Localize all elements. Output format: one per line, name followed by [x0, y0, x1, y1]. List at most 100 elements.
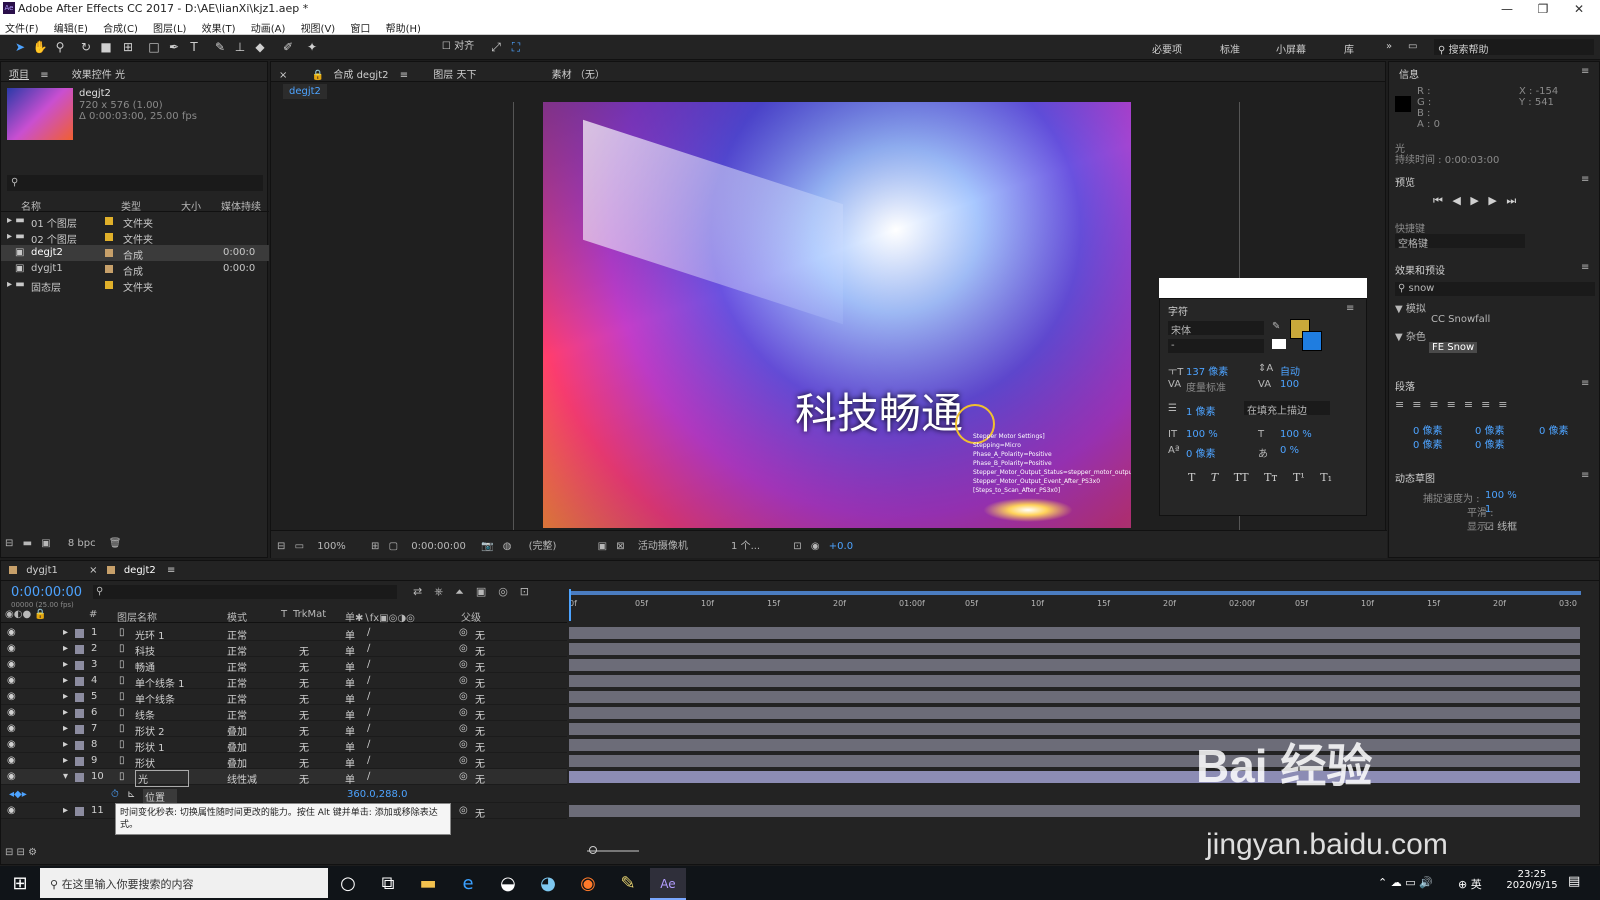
- visibility-icon[interactable]: ◉: [7, 691, 16, 702]
- floating-panel-titlebar[interactable]: [1159, 278, 1367, 298]
- indent-left-value[interactable]: 0 像素: [1413, 422, 1443, 437]
- effect-item[interactable]: CC Snowfall: [1431, 314, 1490, 325]
- layer-row[interactable]: ◉ ▸ 9 ▯ 形状 叠加 无 单 ∕ ◎ 无: [1, 753, 567, 770]
- expand-icon[interactable]: ▸: [63, 675, 68, 686]
- panel-menu-icon[interactable]: ≡: [1581, 174, 1589, 185]
- layer-bar[interactable]: [569, 755, 1580, 767]
- tab-project[interactable]: 项目: [9, 70, 29, 81]
- quality-switch-icon[interactable]: ∕: [367, 659, 370, 670]
- menu-view[interactable]: 视图(V): [296, 18, 343, 35]
- layer-mode[interactable]: 正常: [227, 675, 247, 690]
- next-frame-icon[interactable]: ▶: [1488, 194, 1496, 207]
- layer-mode[interactable]: 正常: [227, 691, 247, 706]
- shy-switch-icon[interactable]: 单: [345, 643, 355, 658]
- menu-file[interactable]: 文件(F): [0, 18, 46, 35]
- notification-icon[interactable]: ▤: [1568, 874, 1580, 889]
- col-parent[interactable]: 父级: [461, 609, 481, 624]
- layer-bar[interactable]: [569, 723, 1580, 735]
- expand-icon[interactable]: ▸: [63, 627, 68, 638]
- workspace-menu-icon[interactable]: ▭: [1408, 41, 1417, 52]
- layer-parent[interactable]: 无: [475, 771, 485, 786]
- play-icon[interactable]: ▶: [1470, 194, 1478, 207]
- menu-edit[interactable]: 编辑(E): [49, 18, 95, 35]
- panel-menu-icon[interactable]: ≡: [1581, 66, 1589, 77]
- layer-parent[interactable]: 无: [475, 643, 485, 658]
- property-row-position[interactable]: ◂◆▸ ⏱ ⊾ 位置 360.0,288.0: [1, 787, 567, 804]
- layer-mode[interactable]: 正常: [227, 707, 247, 722]
- shy-switch-icon[interactable]: 单: [345, 691, 355, 706]
- app-icon[interactable]: ◒: [490, 868, 526, 900]
- layer-trkmat[interactable]: 无: [299, 739, 309, 754]
- layer-row[interactable]: ◉ ▸ 5 ▯ 单个线条 正常 无 单 ∕ ◎ 无: [1, 689, 567, 706]
- effects-category[interactable]: ▼ 模拟: [1395, 300, 1426, 315]
- layer-parent[interactable]: 无: [475, 755, 485, 770]
- fit-icon[interactable]: ⊞: [371, 541, 379, 552]
- exposure-value[interactable]: +0.0: [829, 541, 853, 552]
- tracking-value[interactable]: 100: [1280, 379, 1299, 390]
- channel-icon[interactable]: ◍: [503, 541, 512, 552]
- type-tool-icon[interactable]: T: [186, 39, 202, 55]
- horizontal-scale-value[interactable]: 100 %: [1280, 429, 1312, 440]
- edge-icon[interactable]: e: [450, 868, 486, 900]
- interpret-footage-icon[interactable]: ⊟: [5, 538, 13, 549]
- project-search-input[interactable]: ⚲: [7, 175, 263, 191]
- layer-row[interactable]: ◉ ▸ 7 ▯ 形状 2 叠加 无 单 ∕ ◎ 无: [1, 721, 567, 738]
- stroke-width-value[interactable]: 1 像素: [1186, 403, 1216, 418]
- shortcut-select[interactable]: 空格键: [1395, 234, 1525, 250]
- layer-row[interactable]: ◉ ▸ 1 ▯ 光环 1 正常 单 ∕ ◎ 无: [1, 625, 567, 642]
- list-item[interactable]: ▸ ▬ 01 个图层 文件夹: [1, 213, 269, 230]
- workspace-standard[interactable]: 标准: [1220, 41, 1240, 56]
- workspace-libraries[interactable]: 库: [1344, 41, 1354, 56]
- quality-switch-icon[interactable]: ∕: [367, 643, 370, 654]
- pickwhip-icon[interactable]: ◎: [459, 755, 468, 766]
- effects-category[interactable]: ▼ 杂色: [1395, 328, 1426, 343]
- wireframe-checkbox[interactable]: ☑ 线框: [1485, 518, 1517, 533]
- workspace-essentials[interactable]: 必要项: [1152, 41, 1182, 56]
- snapshot-icon[interactable]: 📷: [481, 541, 493, 552]
- visibility-icon[interactable]: ◉: [7, 707, 16, 718]
- transparency-icon[interactable]: ⊠: [616, 541, 624, 552]
- resolution-select[interactable]: (完整): [529, 541, 557, 552]
- faux-bold-button[interactable]: T: [1188, 471, 1195, 484]
- expand-icon[interactable]: ▸: [63, 643, 68, 654]
- layer-bar[interactable]: [569, 691, 1580, 703]
- baseline-value[interactable]: 0 像素: [1186, 445, 1216, 460]
- quality-switch-icon[interactable]: ∕: [367, 723, 370, 734]
- layer-row[interactable]: ◉ ▾ 10 ▯ 光 线性减 无 单 ∕ ◎ 无: [1, 769, 567, 787]
- shy-switch-icon[interactable]: 单: [345, 771, 355, 786]
- notepad-icon[interactable]: ✎: [610, 868, 646, 900]
- layer-trkmat[interactable]: 无: [299, 771, 309, 786]
- expand-icon[interactable]: ▸: [63, 739, 68, 750]
- layer-row[interactable]: ◉ ▸ 4 ▯ 单个线条 1 正常 无 单 ∕ ◎ 无: [1, 673, 567, 690]
- shy-switch-icon[interactable]: 单: [345, 739, 355, 754]
- file-explorer-icon[interactable]: ▬: [410, 868, 446, 900]
- shy-switch-icon[interactable]: 单: [345, 755, 355, 770]
- layer-mode[interactable]: 正常: [227, 659, 247, 674]
- lock-icon[interactable]: 🔒: [312, 70, 324, 81]
- layer-name[interactable]: 畅通: [135, 659, 155, 674]
- rotate-tool-icon[interactable]: ↻: [78, 39, 94, 55]
- kerning-value[interactable]: 度量标准: [1186, 379, 1226, 394]
- tab-degjt2[interactable]: degjt2: [124, 565, 156, 576]
- pickwhip-icon[interactable]: ◎: [459, 643, 468, 654]
- layer-parent[interactable]: 无: [475, 675, 485, 690]
- space-after-value[interactable]: 0 像素: [1475, 436, 1505, 451]
- timeline-footer-icons[interactable]: ⊟ ⊟ ⚙: [5, 847, 37, 858]
- layer-mode[interactable]: 线性减: [227, 771, 257, 786]
- faux-italic-button[interactable]: T: [1211, 471, 1218, 484]
- quality-switch-icon[interactable]: ∕: [367, 755, 370, 766]
- layer-name[interactable]: 形状 2: [135, 723, 165, 738]
- prev-frame-icon[interactable]: ◀: [1452, 194, 1460, 207]
- expand-icon[interactable]: ▸: [63, 723, 68, 734]
- close-button[interactable]: ✕: [1562, 0, 1596, 18]
- tab-dygjt1[interactable]: dygjt1: [26, 565, 58, 576]
- expand-icon[interactable]: ▸: [63, 805, 68, 816]
- task-view-icon[interactable]: ⧉: [370, 868, 406, 900]
- reset-exposure-icon[interactable]: ◉: [811, 541, 820, 552]
- layer-row[interactable]: ◉ ▸ 6 ▯ 线条 正常 无 单 ∕ ◎ 无: [1, 705, 567, 722]
- expand-icon[interactable]: ▸: [63, 691, 68, 702]
- maximize-button[interactable]: ❐: [1526, 0, 1560, 18]
- font-size-value[interactable]: 137 像素: [1186, 363, 1228, 378]
- menu-effect[interactable]: 效果(T): [197, 18, 243, 35]
- small-caps-button[interactable]: Tт: [1264, 471, 1277, 484]
